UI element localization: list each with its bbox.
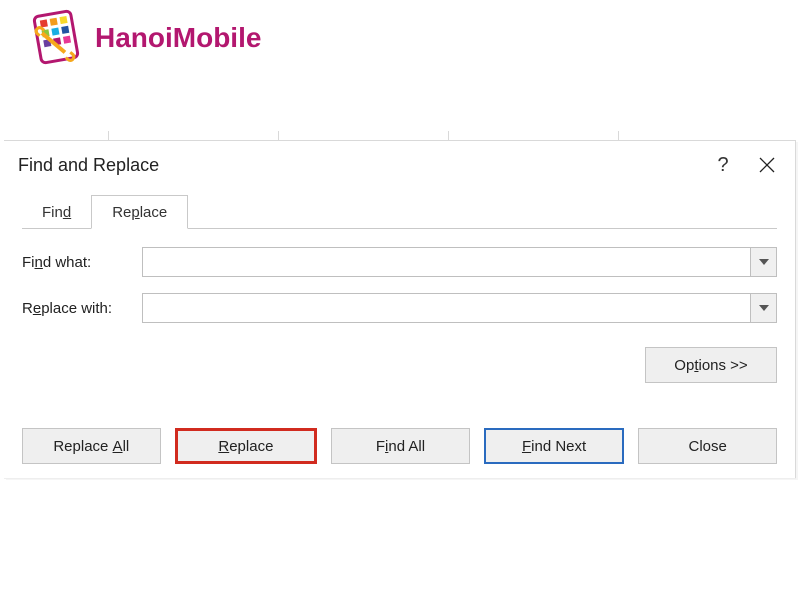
- replace-all-button[interactable]: Replace All: [22, 428, 161, 464]
- tabs: Find Replace: [22, 191, 777, 229]
- find-what-dropdown[interactable]: [750, 248, 776, 276]
- chevron-down-icon: [759, 305, 769, 311]
- logo: HanoiMobile: [30, 10, 261, 65]
- find-what-combo: [142, 247, 777, 277]
- logo-text: HanoiMobile: [95, 22, 261, 54]
- replace-with-label: Replace with:: [22, 300, 142, 317]
- help-button[interactable]: ?: [701, 145, 745, 185]
- tab-find[interactable]: Find: [22, 196, 91, 228]
- replace-with-input[interactable]: [143, 294, 750, 322]
- find-replace-dialog: Find and Replace ? Find Replace Find wha…: [4, 140, 796, 478]
- replace-with-dropdown[interactable]: [750, 294, 776, 322]
- dialog-title: Find and Replace: [18, 155, 159, 176]
- chevron-down-icon: [759, 259, 769, 265]
- titlebar: Find and Replace ?: [4, 141, 795, 189]
- find-what-row: Find what:: [22, 247, 777, 277]
- replace-with-row: Replace with:: [22, 293, 777, 323]
- find-what-label: Find what:: [22, 254, 142, 271]
- find-all-button[interactable]: Find All: [331, 428, 470, 464]
- dialog-button-row: Replace All Replace Find All Find Next C…: [22, 428, 777, 464]
- replace-button[interactable]: Replace: [175, 428, 318, 464]
- tab-replace[interactable]: Replace: [91, 195, 188, 229]
- options-button[interactable]: Options >>: [645, 347, 777, 383]
- replace-with-combo: [142, 293, 777, 323]
- close-button[interactable]: Close: [638, 428, 777, 464]
- logo-icon: [30, 10, 85, 65]
- find-what-input[interactable]: [143, 248, 750, 276]
- close-icon[interactable]: [745, 145, 789, 185]
- find-next-button[interactable]: Find Next: [484, 428, 625, 464]
